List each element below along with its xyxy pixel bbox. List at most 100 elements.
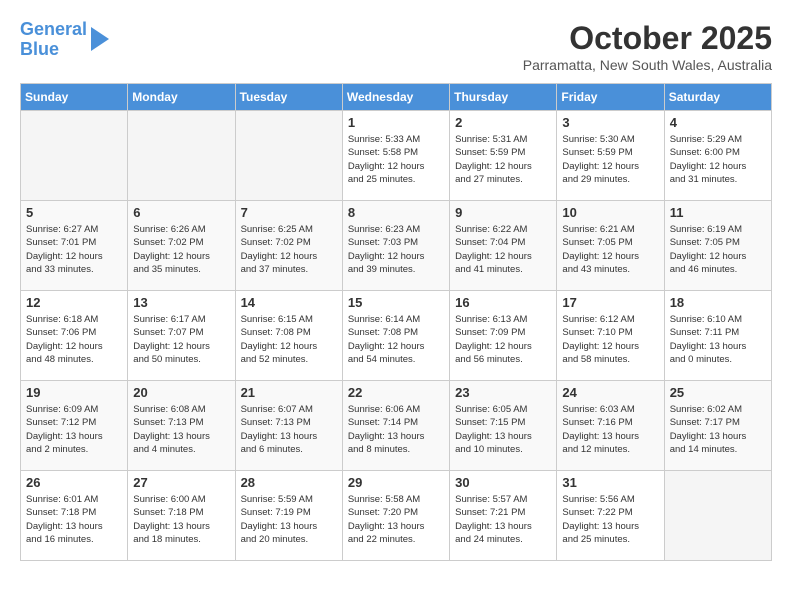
day-info: Sunrise: 6:02 AM Sunset: 7:17 PM Dayligh… bbox=[670, 403, 766, 456]
location: Parramatta, New South Wales, Australia bbox=[523, 57, 772, 73]
calendar-body: 1Sunrise: 5:33 AM Sunset: 5:58 PM Daylig… bbox=[21, 111, 772, 561]
calendar-cell: 15Sunrise: 6:14 AM Sunset: 7:08 PM Dayli… bbox=[342, 291, 449, 381]
header-day-thursday: Thursday bbox=[450, 84, 557, 111]
header-day-saturday: Saturday bbox=[664, 84, 771, 111]
header-day-tuesday: Tuesday bbox=[235, 84, 342, 111]
day-number: 15 bbox=[348, 295, 444, 310]
day-info: Sunrise: 5:58 AM Sunset: 7:20 PM Dayligh… bbox=[348, 493, 444, 546]
day-info: Sunrise: 6:08 AM Sunset: 7:13 PM Dayligh… bbox=[133, 403, 229, 456]
day-info: Sunrise: 5:57 AM Sunset: 7:21 PM Dayligh… bbox=[455, 493, 551, 546]
day-info: Sunrise: 6:00 AM Sunset: 7:18 PM Dayligh… bbox=[133, 493, 229, 546]
week-row-4: 19 Sunrise: 6:09 AM Sunset: 7:12 PM Dayli… bbox=[21, 381, 772, 471]
day-number: 23 bbox=[455, 385, 551, 400]
calendar-cell bbox=[21, 111, 128, 201]
day-number: 10 bbox=[562, 205, 658, 220]
logo-line1: General bbox=[20, 19, 87, 39]
calendar-cell: 20 Sunrise: 6:08 AM Sunset: 7:13 PM Dayli… bbox=[128, 381, 235, 471]
day-number: 25 bbox=[670, 385, 766, 400]
calendar-cell: 29 Sunrise: 5:58 AM Sunset: 7:20 PM Dayli… bbox=[342, 471, 449, 561]
day-info: Sunrise: 6:21 AM Sunset: 7:05 PM Dayligh… bbox=[562, 223, 658, 276]
calendar-header: SundayMondayTuesdayWednesdayThursdayFrid… bbox=[21, 84, 772, 111]
title-block: October 2025 Parramatta, New South Wales… bbox=[523, 20, 772, 73]
calendar-cell: 17 Sunrise: 6:12 AM Sunset: 7:10 PM Dayli… bbox=[557, 291, 664, 381]
day-number: 30 bbox=[455, 475, 551, 490]
day-number: 17 bbox=[562, 295, 658, 310]
day-number: 6 bbox=[133, 205, 229, 220]
day-info: Sunrise: 6:26 AM Sunset: 7:02 PM Dayligh… bbox=[133, 223, 229, 276]
day-info: Sunrise: 6:18 AM Sunset: 7:06 PM Dayligh… bbox=[26, 313, 122, 366]
day-info: Sunrise: 5:30 AM Sunset: 5:59 PM Dayligh… bbox=[562, 133, 658, 186]
day-number: 24 bbox=[562, 385, 658, 400]
day-info: Sunrise: 6:27 AM Sunset: 7:01 PM Dayligh… bbox=[26, 223, 122, 276]
calendar-cell: 10 Sunrise: 6:21 AM Sunset: 7:05 PM Dayli… bbox=[557, 201, 664, 291]
day-info: Sunrise: 6:10 AM Sunset: 7:11 PM Dayligh… bbox=[670, 313, 766, 366]
calendar-cell: 6 Sunrise: 6:26 AM Sunset: 7:02 PM Daylig… bbox=[128, 201, 235, 291]
week-row-2: 5 Sunrise: 6:27 AM Sunset: 7:01 PM Daylig… bbox=[21, 201, 772, 291]
day-number: 26 bbox=[26, 475, 122, 490]
calendar-cell: 14 Sunrise: 6:15 AM Sunset: 7:08 PM Dayli… bbox=[235, 291, 342, 381]
calendar-cell: 24 Sunrise: 6:03 AM Sunset: 7:16 PM Dayli… bbox=[557, 381, 664, 471]
calendar-cell: 7 Sunrise: 6:25 AM Sunset: 7:02 PM Daylig… bbox=[235, 201, 342, 291]
day-number: 19 bbox=[26, 385, 122, 400]
month-title: October 2025 bbox=[523, 20, 772, 57]
day-info: Sunrise: 6:01 AM Sunset: 7:18 PM Dayligh… bbox=[26, 493, 122, 546]
calendar-cell: 27Sunrise: 6:00 AM Sunset: 7:18 PM Dayli… bbox=[128, 471, 235, 561]
day-number: 11 bbox=[670, 205, 766, 220]
day-number: 31 bbox=[562, 475, 658, 490]
day-info: Sunrise: 6:05 AM Sunset: 7:15 PM Dayligh… bbox=[455, 403, 551, 456]
day-info: Sunrise: 5:29 AM Sunset: 6:00 PM Dayligh… bbox=[670, 133, 766, 186]
header-day-wednesday: Wednesday bbox=[342, 84, 449, 111]
week-row-3: 12Sunrise: 6:18 AM Sunset: 7:06 PM Dayli… bbox=[21, 291, 772, 381]
day-number: 8 bbox=[348, 205, 444, 220]
calendar-cell: 26 Sunrise: 6:01 AM Sunset: 7:18 PM Dayli… bbox=[21, 471, 128, 561]
day-number: 3 bbox=[562, 115, 658, 130]
header-row: SundayMondayTuesdayWednesdayThursdayFrid… bbox=[21, 84, 772, 111]
day-info: Sunrise: 5:59 AM Sunset: 7:19 PM Dayligh… bbox=[241, 493, 337, 546]
day-info: Sunrise: 6:12 AM Sunset: 7:10 PM Dayligh… bbox=[562, 313, 658, 366]
header-day-friday: Friday bbox=[557, 84, 664, 111]
calendar-cell: 16 Sunrise: 6:13 AM Sunset: 7:09 PM Dayli… bbox=[450, 291, 557, 381]
calendar-cell: 2 Sunrise: 5:31 AM Sunset: 5:59 PM Daylig… bbox=[450, 111, 557, 201]
logo-text: General Blue bbox=[20, 20, 87, 60]
day-info: Sunrise: 6:25 AM Sunset: 7:02 PM Dayligh… bbox=[241, 223, 337, 276]
calendar-cell: 12Sunrise: 6:18 AM Sunset: 7:06 PM Dayli… bbox=[21, 291, 128, 381]
calendar-cell: 13 Sunrise: 6:17 AM Sunset: 7:07 PM Dayli… bbox=[128, 291, 235, 381]
header-day-sunday: Sunday bbox=[21, 84, 128, 111]
logo-arrow-icon bbox=[91, 27, 109, 51]
day-info: Sunrise: 6:15 AM Sunset: 7:08 PM Dayligh… bbox=[241, 313, 337, 366]
day-number: 14 bbox=[241, 295, 337, 310]
calendar-cell: 23 Sunrise: 6:05 AM Sunset: 7:15 PM Dayli… bbox=[450, 381, 557, 471]
day-info: Sunrise: 6:09 AM Sunset: 7:12 PM Dayligh… bbox=[26, 403, 122, 456]
calendar-cell: 1Sunrise: 5:33 AM Sunset: 5:58 PM Daylig… bbox=[342, 111, 449, 201]
calendar-cell: 3 Sunrise: 5:30 AM Sunset: 5:59 PM Daylig… bbox=[557, 111, 664, 201]
calendar-cell: 5 Sunrise: 6:27 AM Sunset: 7:01 PM Daylig… bbox=[21, 201, 128, 291]
calendar-cell: 21Sunrise: 6:07 AM Sunset: 7:13 PM Dayli… bbox=[235, 381, 342, 471]
day-number: 5 bbox=[26, 205, 122, 220]
day-info: Sunrise: 6:17 AM Sunset: 7:07 PM Dayligh… bbox=[133, 313, 229, 366]
day-number: 29 bbox=[348, 475, 444, 490]
calendar-cell: 11 Sunrise: 6:19 AM Sunset: 7:05 PM Dayli… bbox=[664, 201, 771, 291]
calendar-cell: 22Sunrise: 6:06 AM Sunset: 7:14 PM Dayli… bbox=[342, 381, 449, 471]
day-number: 20 bbox=[133, 385, 229, 400]
day-number: 7 bbox=[241, 205, 337, 220]
calendar-cell: 19 Sunrise: 6:09 AM Sunset: 7:12 PM Dayli… bbox=[21, 381, 128, 471]
calendar-cell: 9Sunrise: 6:22 AM Sunset: 7:04 PM Daylig… bbox=[450, 201, 557, 291]
day-info: Sunrise: 6:23 AM Sunset: 7:03 PM Dayligh… bbox=[348, 223, 444, 276]
day-info: Sunrise: 5:31 AM Sunset: 5:59 PM Dayligh… bbox=[455, 133, 551, 186]
day-info: Sunrise: 6:13 AM Sunset: 7:09 PM Dayligh… bbox=[455, 313, 551, 366]
day-info: Sunrise: 6:03 AM Sunset: 7:16 PM Dayligh… bbox=[562, 403, 658, 456]
day-info: Sunrise: 6:19 AM Sunset: 7:05 PM Dayligh… bbox=[670, 223, 766, 276]
calendar-cell bbox=[235, 111, 342, 201]
page-header: General Blue October 2025 Parramatta, Ne… bbox=[20, 20, 772, 73]
day-number: 1 bbox=[348, 115, 444, 130]
calendar-cell: 30 Sunrise: 5:57 AM Sunset: 7:21 PM Dayli… bbox=[450, 471, 557, 561]
day-number: 13 bbox=[133, 295, 229, 310]
calendar-cell: 18Sunrise: 6:10 AM Sunset: 7:11 PM Dayli… bbox=[664, 291, 771, 381]
week-row-5: 26 Sunrise: 6:01 AM Sunset: 7:18 PM Dayli… bbox=[21, 471, 772, 561]
calendar-cell bbox=[128, 111, 235, 201]
day-number: 16 bbox=[455, 295, 551, 310]
day-number: 2 bbox=[455, 115, 551, 130]
day-info: Sunrise: 6:22 AM Sunset: 7:04 PM Dayligh… bbox=[455, 223, 551, 276]
day-info: Sunrise: 6:06 AM Sunset: 7:14 PM Dayligh… bbox=[348, 403, 444, 456]
calendar-cell bbox=[664, 471, 771, 561]
